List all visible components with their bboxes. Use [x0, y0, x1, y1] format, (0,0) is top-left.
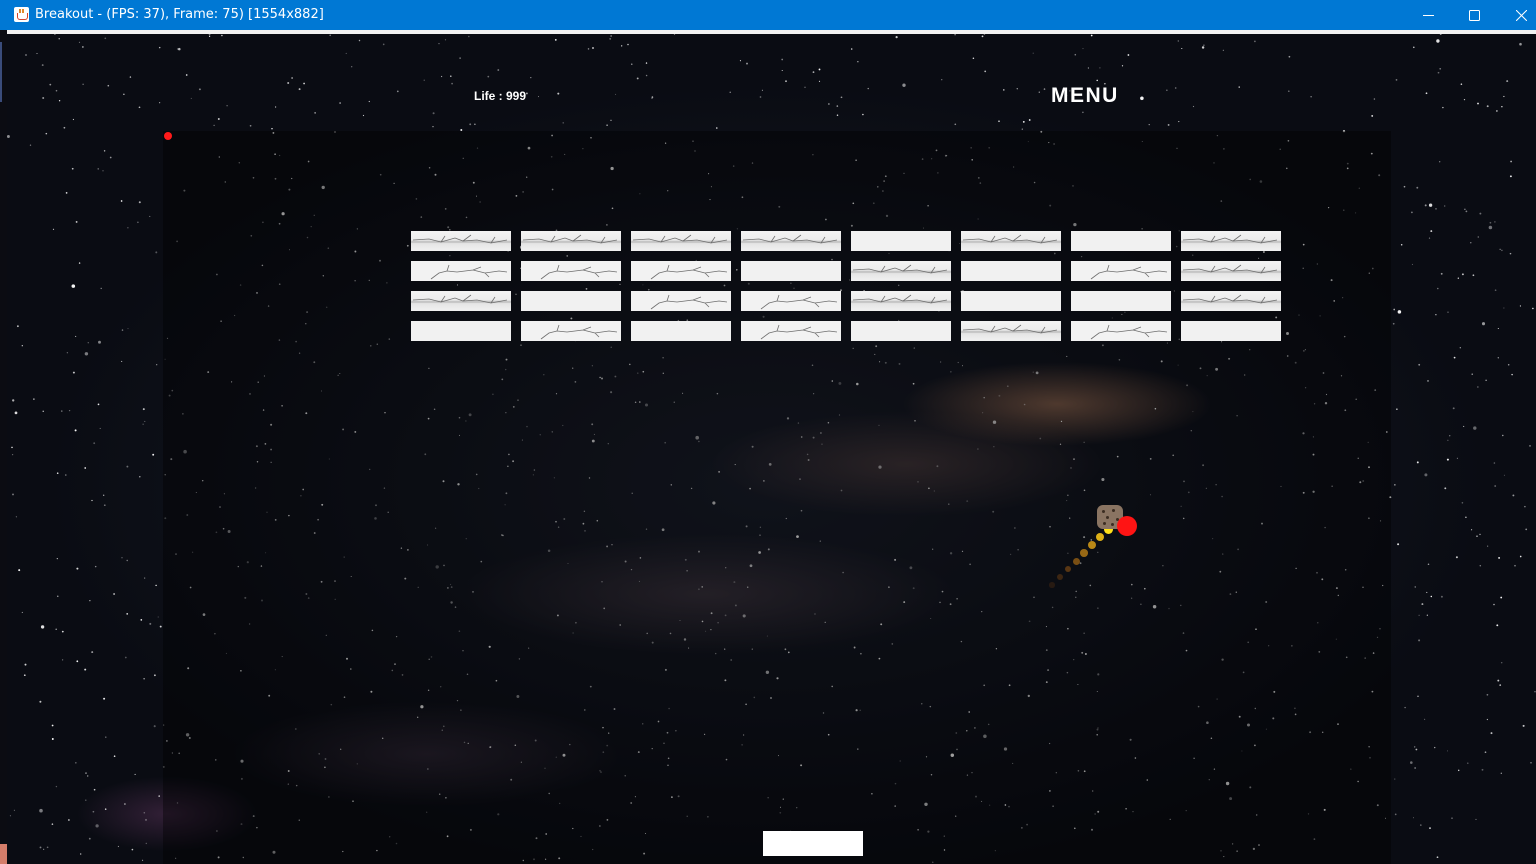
- brick: [961, 261, 1061, 281]
- brick: [1181, 231, 1281, 251]
- close-button[interactable]: [1498, 0, 1536, 30]
- brick: [741, 321, 841, 341]
- trail-dot: [1057, 574, 1063, 580]
- maximize-icon: [1468, 9, 1480, 21]
- close-icon: [1515, 9, 1527, 21]
- brick: [741, 291, 841, 311]
- brick: [961, 291, 1061, 311]
- brick: [521, 231, 621, 251]
- brick: [631, 321, 731, 341]
- window-titlebar: Breakout - (FPS: 37), Frame: 75) [1554x8…: [0, 0, 1536, 30]
- brick: [1071, 231, 1171, 251]
- window-title: Breakout - (FPS: 37), Frame: 75) [1554x8…: [35, 7, 324, 22]
- life-counter: Life : 999: [474, 89, 527, 103]
- brick: [741, 261, 841, 281]
- minimize-icon: [1422, 14, 1434, 16]
- brick: [411, 291, 511, 311]
- brick: [631, 291, 731, 311]
- brick: [521, 261, 621, 281]
- brick: [411, 231, 511, 251]
- minimize-button[interactable]: [1405, 0, 1451, 30]
- brick: [1181, 291, 1281, 311]
- brick: [851, 261, 951, 281]
- brick: [411, 321, 511, 341]
- brick: [411, 261, 511, 281]
- brick: [631, 261, 731, 281]
- brick: [521, 321, 621, 341]
- brick: [961, 231, 1061, 251]
- brick: [741, 231, 841, 251]
- paddle[interactable]: [763, 831, 863, 856]
- trail-dot: [1080, 549, 1088, 557]
- brick: [851, 231, 951, 251]
- brick: [1071, 261, 1171, 281]
- java-app-icon: [14, 7, 29, 22]
- brick: [851, 321, 951, 341]
- trail-dot: [1088, 541, 1096, 549]
- menu-button[interactable]: MENU: [1051, 84, 1119, 108]
- window-top-edge: [7, 30, 1536, 34]
- brick: [1071, 321, 1171, 341]
- trail-dot: [1072, 557, 1080, 565]
- brick: [961, 321, 1061, 341]
- brick: [631, 231, 731, 251]
- brick: [851, 291, 951, 311]
- window-left-border: [0, 30, 7, 864]
- ball: [1117, 516, 1137, 536]
- brick: [1071, 291, 1171, 311]
- brick: [1181, 261, 1281, 281]
- corner-marker-dot: [164, 132, 172, 140]
- brick: [521, 291, 621, 311]
- trail-dot: [1049, 582, 1055, 588]
- maximize-button[interactable]: [1451, 0, 1497, 30]
- brick: [1181, 321, 1281, 341]
